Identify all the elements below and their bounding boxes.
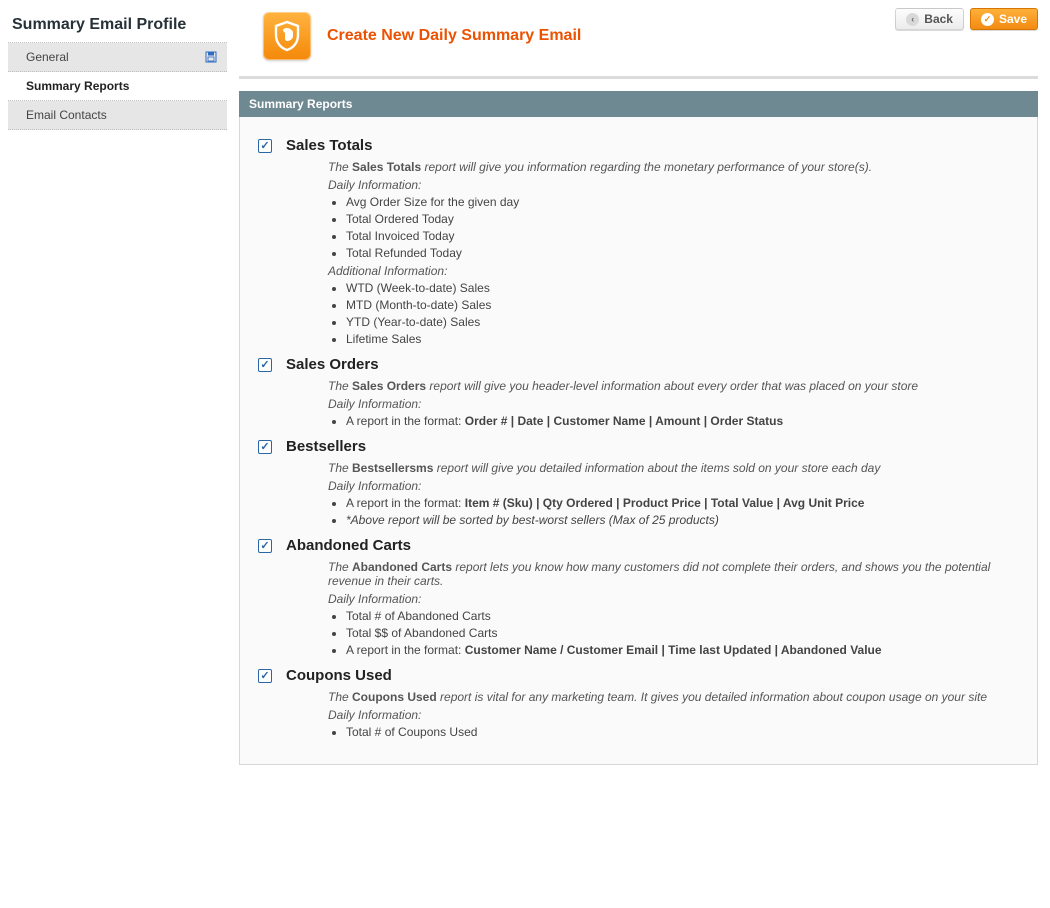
- report-description: The Bestsellersms report will give you d…: [328, 461, 1019, 475]
- sidebar-tab-email-contacts[interactable]: Email Contacts: [8, 101, 227, 130]
- sidebar-tab-summary-reports[interactable]: Summary Reports: [8, 72, 227, 101]
- section-heading: Additional Information:: [328, 264, 1019, 278]
- report-checkbox-coupons-used[interactable]: ✓: [258, 669, 272, 683]
- report-title: Sales Orders: [286, 356, 379, 373]
- list-item: Lifetime Sales: [346, 332, 1019, 346]
- report-sales-totals: ✓ Sales Totals The Sales Totals report wil…: [258, 137, 1019, 346]
- report-title: Bestsellers: [286, 438, 366, 455]
- main-content: ‹ Back ✓ Save Create New Daily Summary E…: [227, 0, 1050, 789]
- back-button-label: Back: [924, 12, 953, 26]
- report-description: The Sales Totals report will give you in…: [328, 160, 1019, 174]
- list-item: Total # of Abandoned Carts: [346, 609, 1019, 623]
- sidebar-tab-label: Summary Reports: [26, 79, 129, 93]
- list-item: Avg Order Size for the given day: [346, 195, 1019, 209]
- report-abandoned-carts: ✓ Abandoned Carts The Abandoned Carts repo…: [258, 537, 1019, 657]
- sidebar: Summary Email Profile General Summary Rep…: [0, 0, 227, 789]
- section-items: A report in the format: Item # (Sku) | Q…: [346, 496, 1019, 527]
- report-checkbox-sales-totals[interactable]: ✓: [258, 139, 272, 153]
- list-item: Total # of Coupons Used: [346, 725, 1019, 739]
- check-icon: ✓: [981, 13, 994, 26]
- section-heading: Daily Information:: [328, 397, 1019, 411]
- list-item: MTD (Month-to-date) Sales: [346, 298, 1019, 312]
- list-item: WTD (Week-to-date) Sales: [346, 281, 1019, 295]
- section-heading: Daily Information:: [328, 592, 1019, 606]
- summary-reports-panel: Summary Reports ✓ Sales Totals The Sales T…: [239, 91, 1038, 765]
- list-item: *Above report will be sorted by best-wor…: [346, 513, 1019, 527]
- section-items: Total # of Abandoned Carts Total $$ of Ab…: [346, 609, 1019, 657]
- floppy-disk-icon: [205, 51, 217, 63]
- section-heading: Daily Information:: [328, 708, 1019, 722]
- report-description: The Sales Orders report will give you he…: [328, 379, 1019, 393]
- section-heading: Daily Information:: [328, 479, 1019, 493]
- section-heading: Daily Information:: [328, 178, 1019, 192]
- report-bestsellers: ✓ Bestsellers The Bestsellersms report wil…: [258, 438, 1019, 527]
- back-arrow-icon: ‹: [906, 13, 919, 26]
- section-items: Avg Order Size for the given day Total Or…: [346, 195, 1019, 260]
- list-item: A report in the format: Item # (Sku) | Q…: [346, 496, 1019, 510]
- top-button-bar: ‹ Back ✓ Save: [895, 8, 1038, 30]
- list-item: A report in the format: Customer Name / …: [346, 643, 1019, 657]
- shield-dog-icon: [263, 12, 311, 60]
- sidebar-tabs: General Summary Reports Email Contacts: [8, 42, 227, 130]
- list-item: Total Ordered Today: [346, 212, 1019, 226]
- list-item: A report in the format: Order # | Date |…: [346, 414, 1019, 428]
- report-title: Coupons Used: [286, 667, 392, 684]
- sidebar-tab-label: General: [26, 50, 69, 64]
- sidebar-tab-general[interactable]: General: [8, 43, 227, 72]
- list-item: YTD (Year-to-date) Sales: [346, 315, 1019, 329]
- save-button[interactable]: ✓ Save: [970, 8, 1038, 30]
- list-item: Total Invoiced Today: [346, 229, 1019, 243]
- section-items: WTD (Week-to-date) Sales MTD (Month-to-da…: [346, 281, 1019, 346]
- report-checkbox-abandoned-carts[interactable]: ✓: [258, 539, 272, 553]
- sidebar-title: Summary Email Profile: [8, 8, 227, 42]
- report-title: Sales Totals: [286, 137, 372, 154]
- report-checkbox-sales-orders[interactable]: ✓: [258, 358, 272, 372]
- section-items: Total # of Coupons Used: [346, 725, 1019, 739]
- report-description: The Abandoned Carts report lets you know…: [328, 560, 1019, 588]
- back-button[interactable]: ‹ Back: [895, 8, 964, 30]
- panel-body: ✓ Sales Totals The Sales Totals report wil…: [239, 117, 1038, 765]
- list-item: Total $$ of Abandoned Carts: [346, 626, 1019, 640]
- section-items: A report in the format: Order # | Date |…: [346, 414, 1019, 428]
- page-title: Create New Daily Summary Email: [327, 27, 581, 45]
- report-title: Abandoned Carts: [286, 537, 411, 554]
- save-button-label: Save: [999, 12, 1027, 26]
- panel-title: Summary Reports: [239, 91, 1038, 117]
- report-sales-orders: ✓ Sales Orders The Sales Orders report wil…: [258, 356, 1019, 428]
- sidebar-tab-label: Email Contacts: [26, 108, 107, 122]
- list-item: Total Refunded Today: [346, 246, 1019, 260]
- report-checkbox-bestsellers[interactable]: ✓: [258, 440, 272, 454]
- report-description: The Coupons Used report is vital for any…: [328, 690, 1019, 704]
- report-coupons-used: ✓ Coupons Used The Coupons Used report is …: [258, 667, 1019, 739]
